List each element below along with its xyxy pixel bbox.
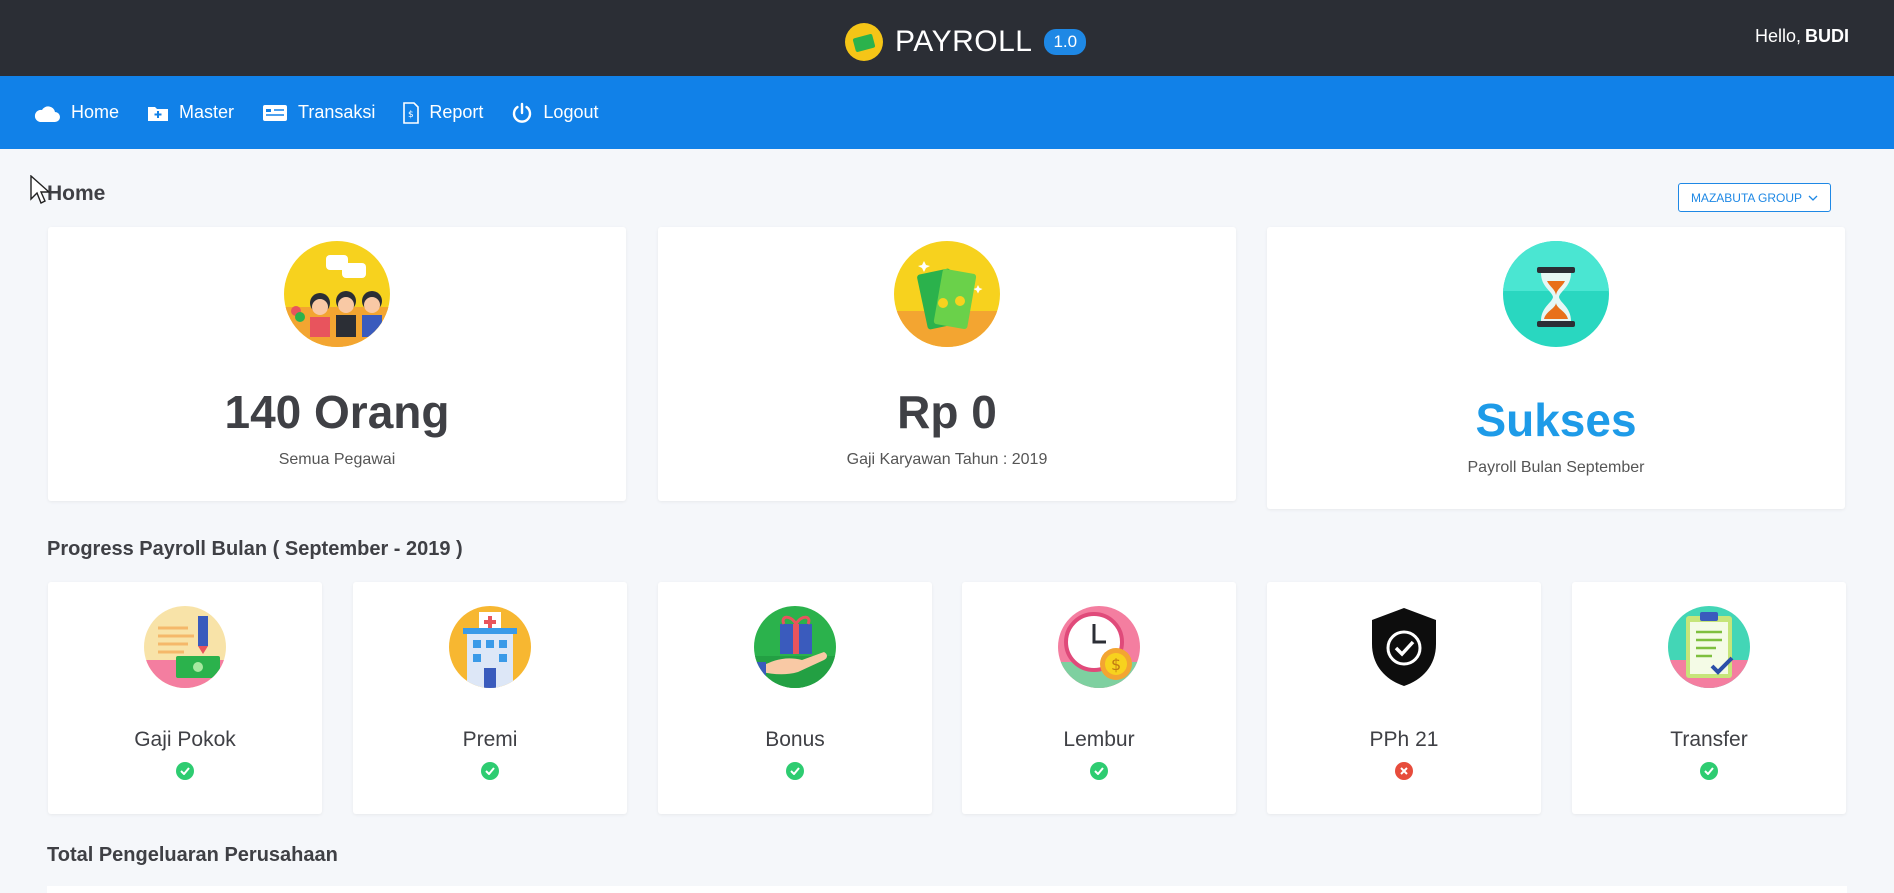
page-title: Home bbox=[47, 182, 106, 205]
progress-card-lembur[interactable]: $ Lembur bbox=[962, 582, 1236, 814]
hospital-icon bbox=[449, 606, 531, 688]
progress-label: Bonus bbox=[765, 728, 825, 751]
nav-label: Transaksi bbox=[298, 102, 376, 122]
clock-coin-icon: $ bbox=[1058, 606, 1140, 688]
user-name: BUDI bbox=[1805, 26, 1849, 46]
payroll-status-label: Payroll Bulan September bbox=[1467, 459, 1645, 476]
svg-text:$: $ bbox=[1111, 655, 1121, 674]
hourglass-icon bbox=[1503, 241, 1609, 347]
mouse-cursor-icon bbox=[30, 175, 50, 204]
progress-card-gaji-pokok[interactable]: Gaji Pokok bbox=[48, 582, 322, 814]
stat-card-salary: Rp 0 Gaji Karyawan Tahun : 2019 bbox=[658, 227, 1236, 501]
progress-card-transfer[interactable]: Transfer bbox=[1572, 582, 1846, 814]
svg-text:$: $ bbox=[408, 110, 414, 120]
nav-label: Logout bbox=[543, 102, 599, 122]
expenses-section-title: Total Pengeluaran Perusahaan bbox=[47, 844, 338, 866]
nav-label: Master bbox=[179, 102, 235, 122]
invoice-icon: $ bbox=[403, 101, 420, 124]
salary-total-label: Gaji Karyawan Tahun : 2019 bbox=[846, 451, 1048, 468]
progress-card-bonus[interactable]: Bonus bbox=[658, 582, 932, 814]
card-icon bbox=[263, 104, 288, 121]
progress-label: Gaji Pokok bbox=[134, 728, 236, 751]
nav-home[interactable]: Home bbox=[33, 102, 119, 123]
payroll-status: Sukses bbox=[1475, 394, 1637, 446]
nav-report[interactable]: $ Report bbox=[403, 101, 484, 124]
company-name: MAZABUTA GROUP bbox=[1690, 190, 1803, 205]
progress-card-pph21[interactable]: PPh 21 bbox=[1267, 582, 1541, 814]
salary-icon bbox=[144, 606, 226, 688]
version-badge: 1.0 bbox=[1044, 29, 1087, 55]
x-circle-icon bbox=[1395, 762, 1413, 780]
check-circle-icon bbox=[176, 762, 194, 780]
expenses-card-top bbox=[47, 886, 1847, 893]
progress-label: Transfer bbox=[1670, 728, 1748, 751]
stat-card-employees: 140 Orang Semua Pegawai bbox=[48, 227, 626, 501]
people-icon bbox=[284, 241, 390, 347]
nav-label: Report bbox=[429, 102, 484, 122]
nav-transaksi[interactable]: Transaksi bbox=[262, 102, 375, 123]
main-nav: Home Master Transaksi $ Report Logout bbox=[0, 76, 1894, 149]
check-circle-icon bbox=[481, 762, 499, 780]
check-circle-icon bbox=[1090, 762, 1108, 780]
progress-section-title: Progress Payroll Bulan ( September - 201… bbox=[47, 538, 463, 560]
app-name: PAYROLL bbox=[895, 25, 1033, 58]
progress-card-premi[interactable]: Premi bbox=[353, 582, 627, 814]
cloud-icon bbox=[34, 105, 60, 122]
employee-count-label: Semua Pegawai bbox=[278, 451, 396, 468]
progress-label: PPh 21 bbox=[1369, 728, 1439, 751]
clipboard-check-icon bbox=[1668, 606, 1750, 688]
progress-label: Premi bbox=[462, 728, 518, 751]
shield-check-icon bbox=[1363, 606, 1445, 688]
salary-total: Rp 0 bbox=[897, 386, 997, 438]
greeting-text: Hello, bbox=[1754, 26, 1801, 46]
gift-icon bbox=[754, 606, 836, 688]
power-icon bbox=[513, 102, 532, 123]
check-circle-icon bbox=[1700, 762, 1718, 780]
top-bar: PAYROLL 1.0 Hello, BUDI bbox=[0, 0, 1894, 76]
nav-master[interactable]: Master bbox=[147, 102, 234, 123]
nav-label: Home bbox=[71, 102, 120, 122]
progress-label: Lembur bbox=[1063, 728, 1135, 751]
payroll-logo-icon bbox=[845, 23, 883, 61]
user-greeting[interactable]: Hello, BUDI bbox=[1755, 26, 1849, 47]
nav-logout[interactable]: Logout bbox=[511, 102, 598, 124]
company-select-button[interactable]: MAZABUTA GROUP bbox=[1678, 183, 1831, 212]
stat-card-payroll-status: Sukses Payroll Bulan September bbox=[1267, 227, 1845, 509]
brand[interactable]: PAYROLL 1.0 bbox=[845, 22, 1087, 62]
folder-plus-icon bbox=[148, 106, 169, 121]
check-circle-icon bbox=[786, 762, 804, 780]
chevron-down-icon bbox=[1808, 195, 1818, 201]
employee-count: 140 Orang bbox=[224, 386, 450, 438]
money-icon bbox=[894, 241, 1000, 347]
